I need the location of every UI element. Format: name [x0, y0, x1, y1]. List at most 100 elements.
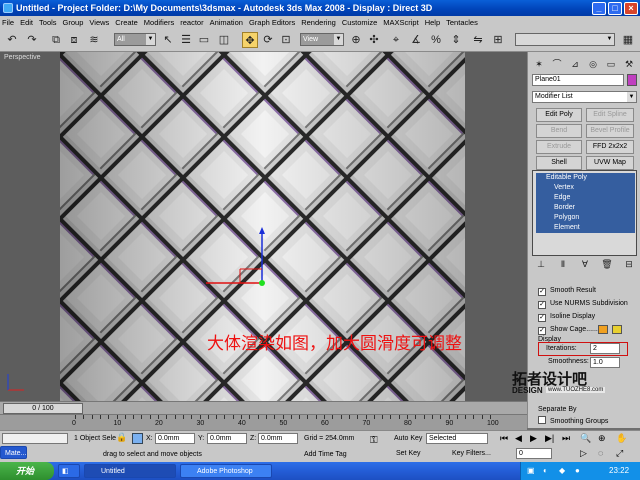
- goto-start-icon[interactable]: ⏮: [500, 433, 508, 444]
- start-button[interactable]: 开始: [0, 462, 54, 480]
- menu-tools[interactable]: Tools: [39, 18, 57, 27]
- smoothing-groups-checkbox[interactable]: Smoothing Groups: [538, 416, 608, 427]
- stack-sub-edge[interactable]: Edge: [536, 193, 635, 203]
- tray-network-icon[interactable]: ▣: [527, 466, 535, 475]
- menu-animation[interactable]: Animation: [210, 18, 243, 27]
- key-filters-button[interactable]: Key Filters...: [452, 448, 491, 459]
- select-manipulate-icon[interactable]: ✣: [366, 32, 382, 48]
- utilities-tab-icon[interactable]: ⚒: [622, 58, 636, 70]
- zoom-icon[interactable]: 🔍: [580, 433, 591, 444]
- move-gizmo[interactable]: [200, 227, 270, 297]
- cage-color-swatch-2[interactable]: [612, 325, 622, 334]
- menu-modifiers[interactable]: Modifiers: [144, 18, 174, 27]
- named-selection-dropdown[interactable]: ▼: [515, 33, 615, 46]
- z-coordinate-field[interactable]: 0.0mm: [258, 433, 298, 444]
- bend-button[interactable]: Bend: [536, 124, 582, 138]
- minimize-button[interactable]: _: [592, 1, 606, 15]
- menu-rendering[interactable]: Rendering: [301, 18, 336, 27]
- viewport-label[interactable]: Perspective: [4, 54, 41, 61]
- edit-spline-button[interactable]: Edit Spline: [586, 108, 634, 122]
- isoline-display-checkbox[interactable]: ✓ Isoline Display: [538, 312, 595, 322]
- align-icon[interactable]: ⊞: [490, 32, 506, 48]
- arc-rotate-icon[interactable]: ◌: [598, 448, 603, 459]
- ffd-button[interactable]: FFD 2x2x2: [586, 140, 634, 154]
- make-unique-icon[interactable]: ∀: [578, 258, 592, 270]
- select-and-scale-icon[interactable]: ⊡: [278, 32, 294, 48]
- task-photoshop[interactable]: Adobe Photoshop: [180, 464, 272, 478]
- tray-antivirus-icon[interactable]: ◆: [559, 466, 565, 475]
- set-key-icon[interactable]: ⚿: [370, 435, 378, 446]
- extrude-button[interactable]: Extrude: [536, 140, 582, 154]
- select-by-name-icon[interactable]: ☰: [178, 32, 194, 48]
- window-crossing-icon[interactable]: ◫: [216, 32, 232, 48]
- percent-snap-icon[interactable]: %: [428, 32, 444, 48]
- render-icon[interactable]: ▦: [620, 32, 636, 48]
- select-and-move-icon[interactable]: ✥: [242, 32, 258, 48]
- unlink-icon[interactable]: ⧈: [66, 32, 82, 48]
- track-bar[interactable]: 0 10 20 30 40 50 60 70 80 90 100: [0, 414, 527, 430]
- zoom-all-icon[interactable]: ⊕: [598, 433, 606, 444]
- edit-poly-button[interactable]: Edit Poly: [536, 108, 582, 122]
- snaps-toggle-icon[interactable]: ⌖: [388, 32, 404, 48]
- menu-customize[interactable]: Customize: [342, 18, 377, 27]
- redo-icon[interactable]: ↷: [24, 32, 40, 48]
- auto-key-button[interactable]: Auto Key: [394, 433, 422, 444]
- uvw-map-button[interactable]: UVW Map: [586, 156, 634, 170]
- tray-ime-icon[interactable]: ●: [575, 466, 580, 475]
- iterations-spinner[interactable]: 2: [590, 343, 620, 354]
- mirror-icon[interactable]: ⇋: [470, 32, 486, 48]
- select-link-icon[interactable]: ⧉: [48, 32, 64, 48]
- time-slider-thumb[interactable]: 0 / 100: [3, 403, 83, 414]
- current-frame-field[interactable]: 0: [516, 448, 552, 459]
- goto-end-icon[interactable]: ⏭: [562, 433, 570, 444]
- menu-reactor[interactable]: reactor: [180, 18, 203, 27]
- smooth-result-checkbox[interactable]: ✓ Smooth Result: [538, 286, 596, 296]
- select-object-icon[interactable]: ↖: [160, 32, 176, 48]
- show-cage-checkbox[interactable]: ✓ Show Cage.......: [538, 325, 600, 335]
- stack-sub-vertex[interactable]: Vertex: [536, 183, 635, 193]
- hierarchy-tab-icon[interactable]: ⊿: [568, 58, 582, 70]
- stack-sub-polygon[interactable]: Polygon: [536, 213, 635, 223]
- reference-coordinate-dropdown[interactable]: View ▼: [300, 33, 344, 46]
- undo-icon[interactable]: ↶: [4, 32, 20, 48]
- object-name-field[interactable]: Plane01: [532, 74, 624, 86]
- cage-color-swatch-1[interactable]: [598, 325, 608, 334]
- field-of-view-icon[interactable]: ▷: [580, 448, 587, 459]
- maximize-viewport-icon[interactable]: ⤢: [616, 448, 623, 459]
- rectangular-selection-icon[interactable]: ▭: [196, 32, 212, 48]
- next-frame-icon[interactable]: ▶|: [545, 433, 554, 444]
- use-nurms-checkbox[interactable]: ✓ Use NURMS Subdivision: [538, 299, 628, 309]
- menu-file[interactable]: File: [2, 18, 14, 27]
- quick-launch-icon[interactable]: ◧: [58, 464, 80, 478]
- menu-group[interactable]: Group: [63, 18, 84, 27]
- maxscript-mini-listener[interactable]: [2, 433, 68, 444]
- y-coordinate-field[interactable]: 0.0mm: [207, 433, 247, 444]
- stack-sub-border[interactable]: Border: [536, 203, 635, 213]
- stack-item-editable-poly[interactable]: Editable Poly: [536, 173, 635, 183]
- menu-graph-editors[interactable]: Graph Editors: [249, 18, 295, 27]
- selected-keyfilter-dropdown[interactable]: Selected: [426, 433, 488, 444]
- mini-listener-task[interactable]: Mate...: [0, 446, 28, 459]
- menu-edit[interactable]: Edit: [20, 18, 33, 27]
- display-tab-icon[interactable]: ▭: [604, 58, 618, 70]
- menu-views[interactable]: Views: [89, 18, 109, 27]
- selection-filter-dropdown[interactable]: All ▼: [114, 33, 156, 46]
- remove-modifier-icon[interactable]: 🗑: [600, 258, 614, 270]
- angle-snap-icon[interactable]: ∡: [408, 32, 424, 48]
- modifier-stack[interactable]: Editable Poly Vertex Edge Border Polygon…: [532, 170, 637, 256]
- pin-stack-icon[interactable]: ⊥: [534, 258, 548, 270]
- motion-tab-icon[interactable]: ◎: [586, 58, 600, 70]
- bind-space-warp-icon[interactable]: ≋: [86, 32, 102, 48]
- spinner-snap-icon[interactable]: ⇕: [448, 32, 464, 48]
- set-key-button[interactable]: Set Key: [396, 448, 421, 459]
- show-end-result-icon[interactable]: Ⅱ: [556, 258, 570, 270]
- perspective-viewport[interactable]: Perspective 大体渲染如图，加大圆滑度可调整: [0, 52, 527, 401]
- x-coordinate-field[interactable]: 0.0mm: [155, 433, 195, 444]
- smoothness-spinner[interactable]: 1.0: [590, 357, 620, 368]
- object-color-swatch[interactable]: [627, 74, 637, 86]
- close-button[interactable]: ×: [624, 1, 638, 15]
- modify-tab-icon[interactable]: ⌒: [550, 58, 564, 70]
- menu-help[interactable]: Help: [425, 18, 440, 27]
- use-pivot-center-icon[interactable]: ⊕: [348, 32, 364, 48]
- menu-maxscript[interactable]: MAXScript: [383, 18, 418, 27]
